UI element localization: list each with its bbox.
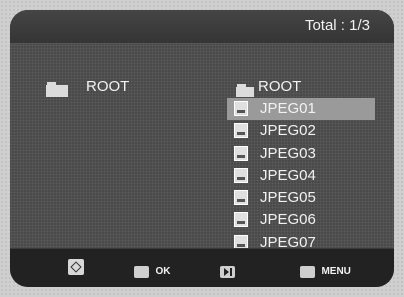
file-row[interactable]: JPEG05 xyxy=(227,187,375,209)
menu-label: MENU xyxy=(321,266,351,278)
menu-icon xyxy=(300,265,315,278)
folder-icon[interactable] xyxy=(46,82,68,97)
file-row[interactable]: JPEG02 xyxy=(227,120,375,142)
file-label: JPEG05 xyxy=(260,189,316,207)
file-label: JPEG01 xyxy=(260,100,316,117)
play-pause-button[interactable] xyxy=(220,263,235,281)
file-label: JPEG02 xyxy=(260,122,316,140)
jpeg-file-icon xyxy=(234,123,248,139)
jpeg-file-icon xyxy=(234,145,248,161)
jpeg-file-icon xyxy=(234,167,248,183)
file-browser: ROOT ROOT JPEG01 JPEG02 JPEG03 JPEG04 JP… xyxy=(10,44,394,251)
file-list: JPEG01 JPEG02 JPEG03 JPEG04 JPEG05 JPEG0… xyxy=(227,98,375,254)
jpeg-file-icon xyxy=(234,190,248,206)
menu-button[interactable]: MENU xyxy=(300,263,351,281)
header-bar: Total : 1/3 xyxy=(10,10,394,44)
play-pause-icon xyxy=(220,265,235,278)
folder-icon xyxy=(236,84,254,97)
ok-button[interactable]: OK xyxy=(134,263,170,281)
file-row[interactable]: JPEG04 xyxy=(227,165,375,187)
file-row[interactable]: JPEG06 xyxy=(227,209,375,231)
jpeg-file-icon xyxy=(234,101,248,116)
ok-label: OK xyxy=(155,266,171,278)
file-row[interactable]: JPEG03 xyxy=(227,143,375,165)
file-label: JPEG06 xyxy=(260,211,316,229)
dvd-browser-screen: Total : 1/3 ROOT ROOT JPEG01 JPEG02 JPEG… xyxy=(10,10,394,287)
file-label: JPEG04 xyxy=(260,166,316,184)
file-label: JPEG03 xyxy=(260,144,316,162)
direction-pad-icon[interactable] xyxy=(68,259,84,275)
right-folder-label[interactable]: ROOT xyxy=(258,78,301,95)
left-folder-label[interactable]: ROOT xyxy=(86,78,129,95)
footer-controls: OK MENU xyxy=(10,248,394,287)
jpeg-file-icon xyxy=(234,212,248,228)
enter-icon xyxy=(134,265,149,278)
file-row[interactable]: JPEG01 xyxy=(227,98,375,121)
total-count: Total : 1/3 xyxy=(304,17,370,34)
